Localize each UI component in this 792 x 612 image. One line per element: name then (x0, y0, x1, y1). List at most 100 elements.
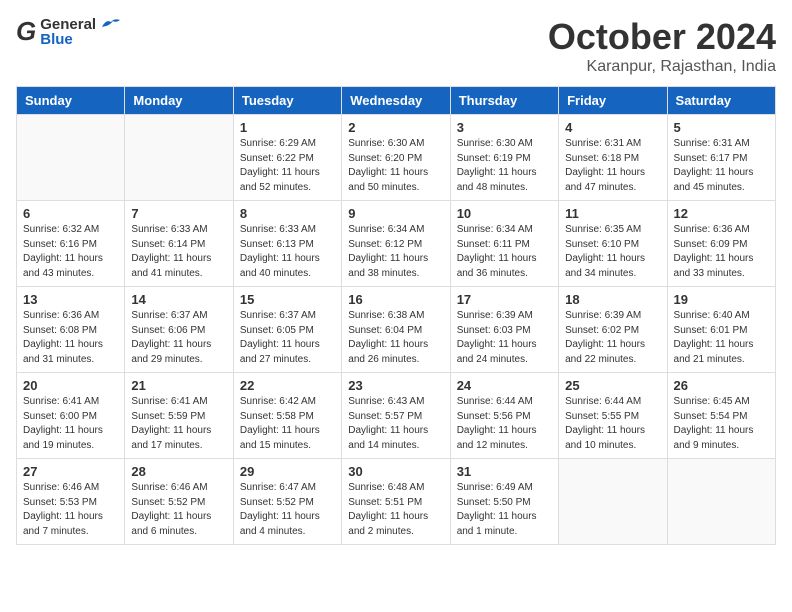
day-info: Sunrise: 6:49 AM Sunset: 5:50 PM Dayligh… (457, 481, 552, 539)
day-info: Sunrise: 6:31 AM Sunset: 6:18 PM Dayligh… (565, 137, 660, 195)
calendar-cell: 6Sunrise: 6:32 AM Sunset: 6:16 PM Daylig… (17, 201, 125, 287)
calendar-cell: 20Sunrise: 6:41 AM Sunset: 6:00 PM Dayli… (17, 373, 125, 459)
day-of-week-header: Wednesday (342, 87, 450, 115)
day-number: 15 (240, 292, 335, 307)
day-number: 16 (348, 292, 443, 307)
day-info: Sunrise: 6:44 AM Sunset: 5:55 PM Dayligh… (565, 395, 660, 453)
calendar-cell: 27Sunrise: 6:46 AM Sunset: 5:53 PM Dayli… (17, 459, 125, 545)
day-number: 25 (565, 378, 660, 393)
calendar-cell: 13 Sunrise: 6:36 AM Sunset: 6:08 PM Dayli… (17, 287, 125, 373)
calendar-body: 1 Sunrise: 6:29 AM Sunset: 6:22 PM Daylig… (17, 115, 776, 545)
day-number: 9 (348, 206, 443, 221)
calendar-cell (667, 459, 775, 545)
logo-blue: Blue (40, 32, 73, 47)
day-info: Sunrise: 6:46 AM Sunset: 5:52 PM Dayligh… (131, 481, 226, 539)
day-info: Sunrise: 6:31 AM Sunset: 6:17 PM Dayligh… (674, 137, 769, 195)
day-info: Sunrise: 6:29 AM Sunset: 6:22 PM Dayligh… (240, 137, 335, 195)
calendar-cell: 24Sunrise: 6:44 AM Sunset: 5:56 PM Dayli… (450, 373, 558, 459)
day-info: Sunrise: 6:38 AM Sunset: 6:04 PM Dayligh… (348, 309, 443, 367)
calendar-cell: 25 Sunrise: 6:44 AM Sunset: 5:55 PM Dayli… (559, 373, 667, 459)
calendar-cell: 9 Sunrise: 6:34 AM Sunset: 6:12 PM Daylig… (342, 201, 450, 287)
day-info: Sunrise: 6:39 AM Sunset: 6:02 PM Dayligh… (565, 309, 660, 367)
calendar-cell: 4 Sunrise: 6:31 AM Sunset: 6:18 PM Daylig… (559, 115, 667, 201)
calendar-week-row: 20Sunrise: 6:41 AM Sunset: 6:00 PM Dayli… (17, 373, 776, 459)
day-info: Sunrise: 6:36 AM Sunset: 6:09 PM Dayligh… (674, 223, 769, 281)
day-info: Sunrise: 6:41 AM Sunset: 6:00 PM Dayligh… (23, 395, 118, 453)
calendar-cell (559, 459, 667, 545)
calendar-cell: 29Sunrise: 6:47 AM Sunset: 5:52 PM Dayli… (233, 459, 341, 545)
day-number: 21 (131, 378, 226, 393)
day-number: 3 (457, 120, 552, 135)
day-number: 14 (131, 292, 226, 307)
day-number: 4 (565, 120, 660, 135)
calendar-cell: 8Sunrise: 6:33 AM Sunset: 6:13 PM Daylig… (233, 201, 341, 287)
calendar-cell: 3Sunrise: 6:30 AM Sunset: 6:19 PM Daylig… (450, 115, 558, 201)
calendar-cell: 10 Sunrise: 6:34 AM Sunset: 6:11 PM Dayli… (450, 201, 558, 287)
calendar-header: SundayMondayTuesdayWednesdayThursdayFrid… (17, 87, 776, 115)
calendar-cell: 26 Sunrise: 6:45 AM Sunset: 5:54 PM Dayli… (667, 373, 775, 459)
calendar-cell: 5 Sunrise: 6:31 AM Sunset: 6:17 PM Daylig… (667, 115, 775, 201)
calendar-week-row: 27Sunrise: 6:46 AM Sunset: 5:53 PM Dayli… (17, 459, 776, 545)
day-number: 6 (23, 206, 118, 221)
logo-bird-icon (100, 17, 122, 31)
day-of-week-header: Sunday (17, 87, 125, 115)
calendar-cell: 17Sunrise: 6:39 AM Sunset: 6:03 PM Dayli… (450, 287, 558, 373)
day-of-week-header: Thursday (450, 87, 558, 115)
calendar-cell: 23 Sunrise: 6:43 AM Sunset: 5:57 PM Dayli… (342, 373, 450, 459)
day-number: 13 (23, 292, 118, 307)
day-number: 22 (240, 378, 335, 393)
day-info: Sunrise: 6:34 AM Sunset: 6:11 PM Dayligh… (457, 223, 552, 281)
day-of-week-header: Monday (125, 87, 233, 115)
calendar-cell (17, 115, 125, 201)
month-title: October 2024 (548, 16, 776, 58)
calendar-cell: 19Sunrise: 6:40 AM Sunset: 6:01 PM Dayli… (667, 287, 775, 373)
day-info: Sunrise: 6:37 AM Sunset: 6:06 PM Dayligh… (131, 309, 226, 367)
location-title: Karanpur, Rajasthan, India (548, 58, 776, 76)
calendar-week-row: 6Sunrise: 6:32 AM Sunset: 6:16 PM Daylig… (17, 201, 776, 287)
day-info: Sunrise: 6:34 AM Sunset: 6:12 PM Dayligh… (348, 223, 443, 281)
calendar-cell: 1 Sunrise: 6:29 AM Sunset: 6:22 PM Daylig… (233, 115, 341, 201)
day-number: 1 (240, 120, 335, 135)
day-info: Sunrise: 6:45 AM Sunset: 5:54 PM Dayligh… (674, 395, 769, 453)
day-number: 27 (23, 464, 118, 479)
day-info: Sunrise: 6:35 AM Sunset: 6:10 PM Dayligh… (565, 223, 660, 281)
calendar-cell: 12Sunrise: 6:36 AM Sunset: 6:09 PM Dayli… (667, 201, 775, 287)
calendar-cell: 15 Sunrise: 6:37 AM Sunset: 6:05 PM Dayli… (233, 287, 341, 373)
calendar-cell: 2Sunrise: 6:30 AM Sunset: 6:20 PM Daylig… (342, 115, 450, 201)
calendar-cell: 31 Sunrise: 6:49 AM Sunset: 5:50 PM Dayli… (450, 459, 558, 545)
page-header: G General Blue October 2024 Karanpur, Ra… (16, 16, 776, 76)
day-info: Sunrise: 6:43 AM Sunset: 5:57 PM Dayligh… (348, 395, 443, 453)
header-row: SundayMondayTuesdayWednesdayThursdayFrid… (17, 87, 776, 115)
calendar-cell: 28Sunrise: 6:46 AM Sunset: 5:52 PM Dayli… (125, 459, 233, 545)
logo: G General Blue (16, 16, 122, 47)
calendar-week-row: 1 Sunrise: 6:29 AM Sunset: 6:22 PM Daylig… (17, 115, 776, 201)
logo-general: General (40, 17, 96, 32)
calendar-cell: 7Sunrise: 6:33 AM Sunset: 6:14 PM Daylig… (125, 201, 233, 287)
day-number: 31 (457, 464, 552, 479)
day-of-week-header: Saturday (667, 87, 775, 115)
day-number: 23 (348, 378, 443, 393)
day-of-week-header: Tuesday (233, 87, 341, 115)
day-number: 5 (674, 120, 769, 135)
day-info: Sunrise: 6:30 AM Sunset: 6:20 PM Dayligh… (348, 137, 443, 195)
calendar-cell: 22 Sunrise: 6:42 AM Sunset: 5:58 PM Dayli… (233, 373, 341, 459)
day-number: 10 (457, 206, 552, 221)
day-number: 17 (457, 292, 552, 307)
day-info: Sunrise: 6:40 AM Sunset: 6:01 PM Dayligh… (674, 309, 769, 367)
logo-g-letter: G (16, 16, 36, 47)
day-info: Sunrise: 6:36 AM Sunset: 6:08 PM Dayligh… (23, 309, 118, 367)
day-info: Sunrise: 6:42 AM Sunset: 5:58 PM Dayligh… (240, 395, 335, 453)
day-number: 18 (565, 292, 660, 307)
day-number: 26 (674, 378, 769, 393)
calendar-cell: 30Sunrise: 6:48 AM Sunset: 5:51 PM Dayli… (342, 459, 450, 545)
day-number: 30 (348, 464, 443, 479)
day-info: Sunrise: 6:33 AM Sunset: 6:14 PM Dayligh… (131, 223, 226, 281)
day-number: 29 (240, 464, 335, 479)
calendar-cell: 14 Sunrise: 6:37 AM Sunset: 6:06 PM Dayli… (125, 287, 233, 373)
day-number: 24 (457, 378, 552, 393)
calendar-cell (125, 115, 233, 201)
calendar-cell: 18 Sunrise: 6:39 AM Sunset: 6:02 PM Dayli… (559, 287, 667, 373)
day-info: Sunrise: 6:37 AM Sunset: 6:05 PM Dayligh… (240, 309, 335, 367)
day-number: 11 (565, 206, 660, 221)
day-info: Sunrise: 6:33 AM Sunset: 6:13 PM Dayligh… (240, 223, 335, 281)
